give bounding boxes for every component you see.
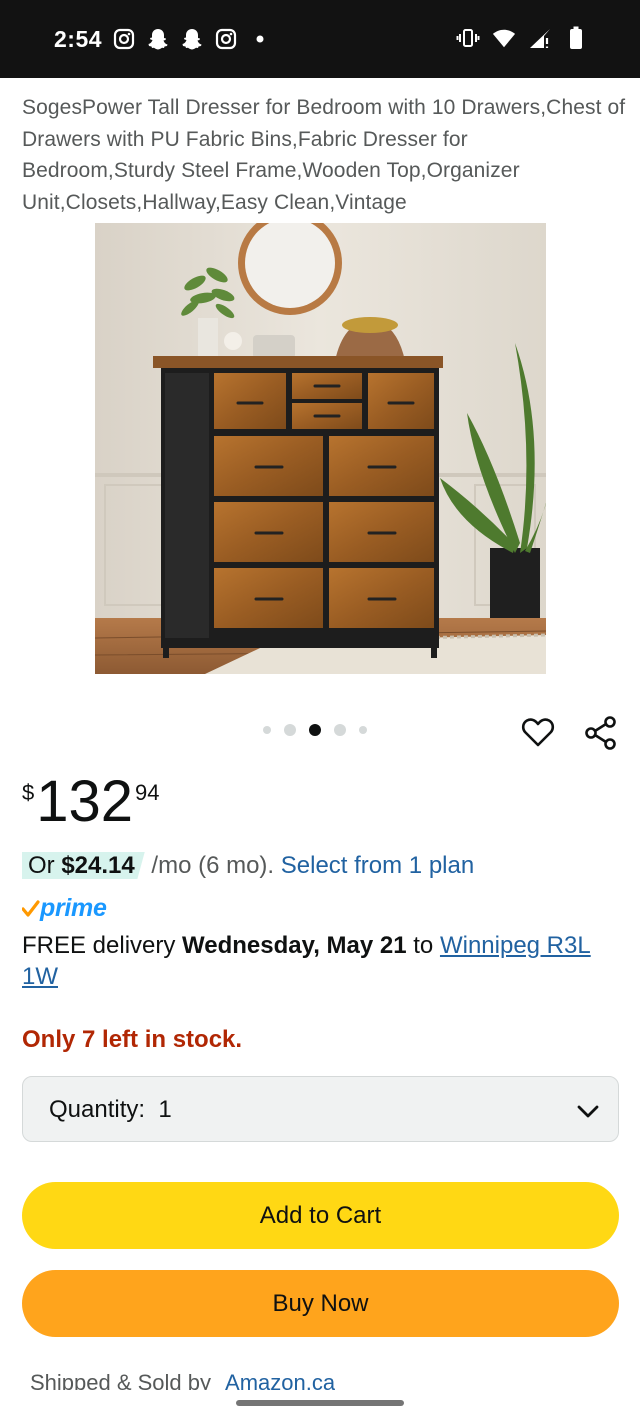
price-symbol: $ [22,780,35,805]
delivery-free: FREE delivery [22,932,183,959]
price-whole: 132 [36,769,134,834]
installment-terms: /mo (6 mo). [144,852,281,879]
instagram-icon [214,27,238,51]
quantity-label: Quantity: 1 [49,1096,172,1123]
snapchat-icon [146,27,170,51]
share-icon[interactable] [582,714,620,752]
select-plan-link[interactable]: Select from 1 plan [281,852,474,879]
vibrate-icon [456,26,480,50]
notification-icons [112,27,272,51]
prime-badge: prime [22,894,107,923]
wifi-icon [492,26,516,50]
instagram-icon [112,27,136,51]
heart-icon[interactable] [520,714,556,750]
carousel-dot[interactable] [334,724,346,736]
installment-offer: Or $24.14 /mo (6 mo). Select from 1 plan [22,850,474,882]
carousel-dot-active[interactable] [309,724,321,736]
buy-now-button[interactable]: Buy Now [22,1270,619,1337]
quantity-select[interactable]: Quantity: 1 [22,1076,619,1142]
delivery-date: Wednesday, May 21 [182,932,407,959]
quantity-value: 1 [158,1096,172,1123]
carousel-dots[interactable] [263,724,367,736]
prime-label: prime [40,894,107,922]
carousel-dot[interactable] [263,726,271,734]
shipped-sold-by: Shipped & Sold by Amazon.ca [30,1368,335,1390]
chevron-down-icon [577,1105,599,1118]
shipped-label: Shipped & Sold by [30,1370,212,1390]
gesture-nav-handle[interactable] [236,1400,404,1406]
product-title[interactable]: SogesPower Tall Dresser for Bedroom with… [22,92,626,218]
prime-check-icon [22,899,40,917]
status-bar: 2:54 [0,0,640,78]
status-time: 2:54 [54,26,103,52]
delivery-info: FREE delivery Wednesday, May 21 to Winni… [22,930,622,992]
installment-prefix: Or [28,852,62,879]
add-to-cart-button[interactable]: Add to Cart [22,1182,619,1249]
price-fraction: 94 [135,780,160,805]
installment-amount: $24.14 [61,852,135,879]
signal-icon [528,26,552,50]
dot-icon [248,27,272,51]
product-image[interactable] [95,223,546,674]
delivery-to: to [406,932,440,959]
stock-status: Only 7 left in stock. [22,1026,243,1053]
installment-pill: Or $24.14 [22,852,145,879]
battery-icon [564,26,588,50]
snapchat-icon [180,27,204,51]
carousel-dot[interactable] [359,726,367,734]
system-icons [456,26,588,50]
product-price: $ 132 94 [22,770,160,834]
carousel-dot[interactable] [284,724,296,736]
seller-link[interactable]: Amazon.ca [225,1370,335,1390]
